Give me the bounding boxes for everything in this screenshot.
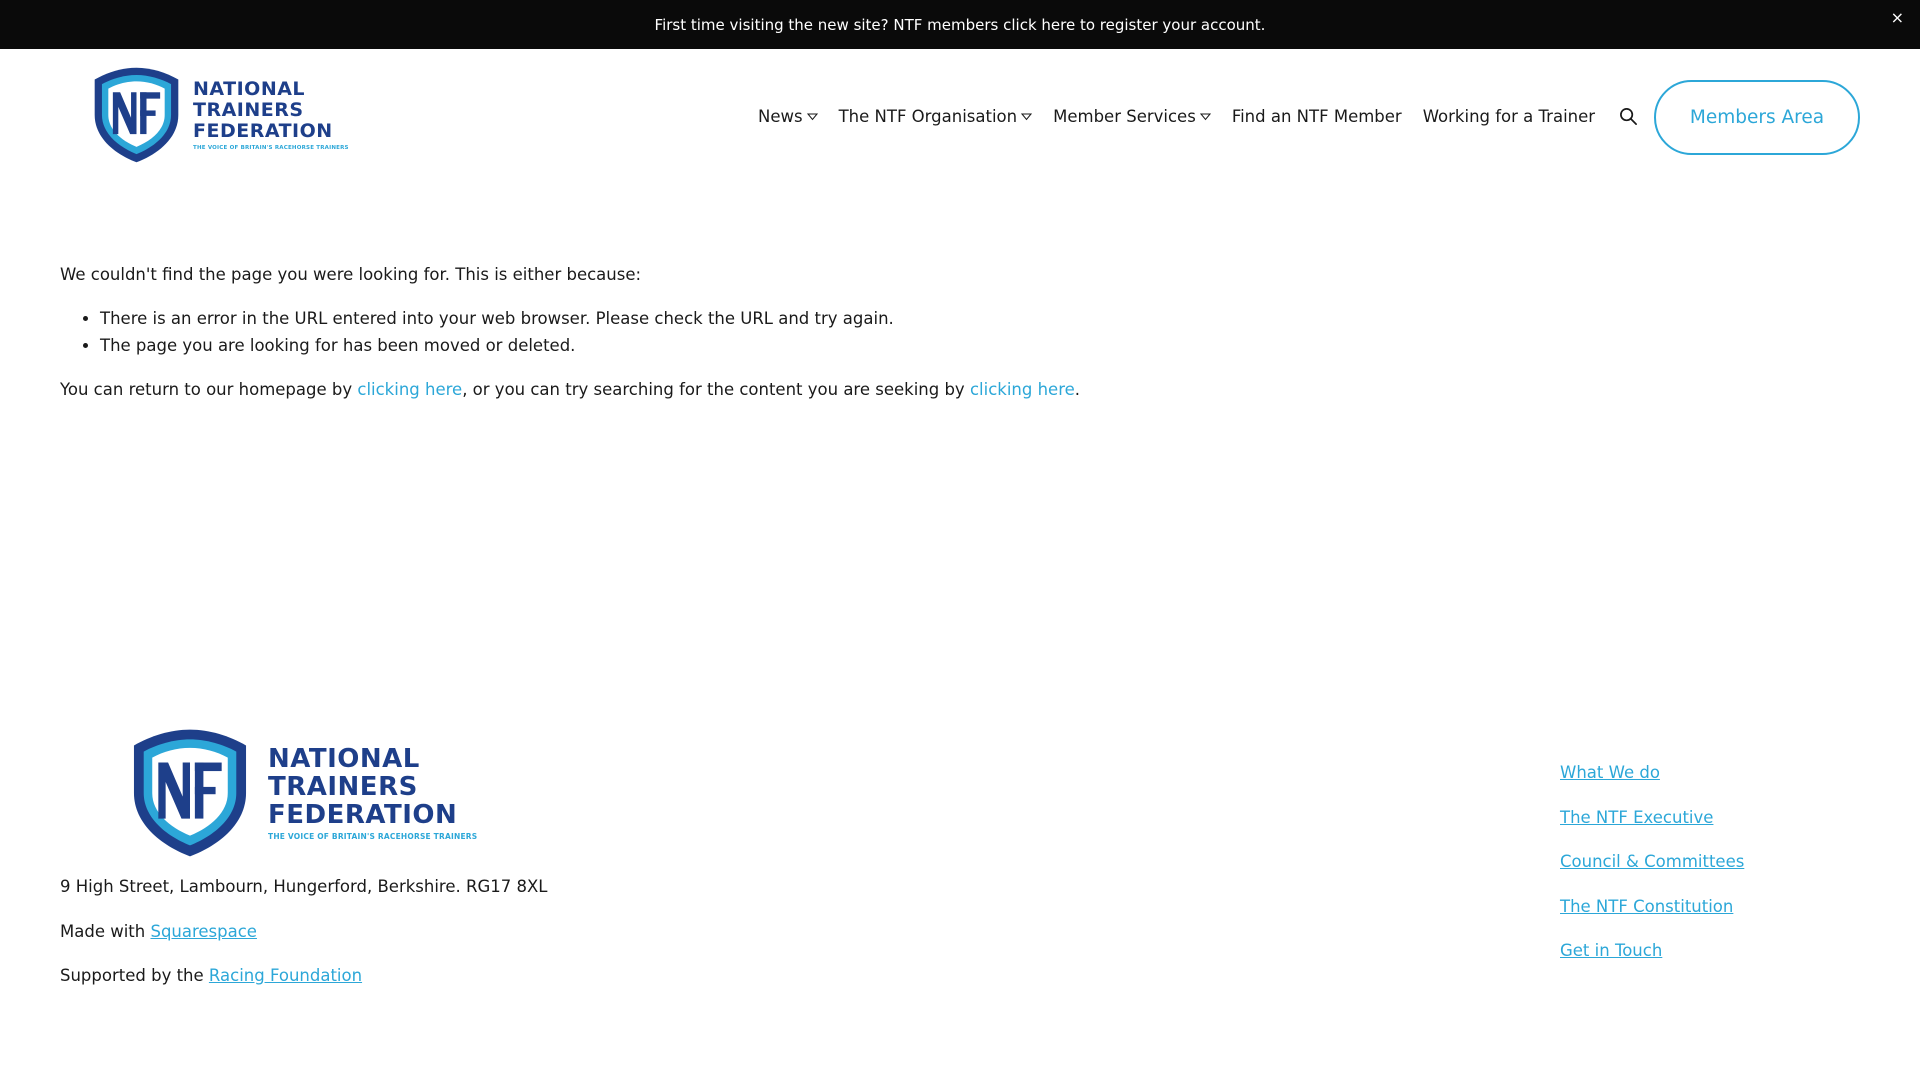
main-nav: News The NTF Organisation Member Service… xyxy=(758,107,1638,126)
search-page-link[interactable]: clicking here xyxy=(970,380,1075,399)
chevron-down-icon xyxy=(1021,113,1033,120)
nav-item-find-member[interactable]: Find an NTF Member xyxy=(1232,107,1402,126)
footer-link-council-committees[interactable]: Council & Committees xyxy=(1560,849,1744,875)
nav-item-news[interactable]: News xyxy=(758,107,818,126)
logo-tagline: THE VOICE OF BRITAIN'S RACEHORSE TRAINER… xyxy=(193,145,349,151)
nav-item-working-for-trainer[interactable]: Working for a Trainer xyxy=(1423,107,1595,126)
squarespace-link[interactable]: Squarespace xyxy=(150,922,257,941)
announcement-register-link[interactable]: First time visiting the new site? NTF me… xyxy=(655,16,1266,34)
logo-tagline: THE VOICE OF BRITAIN'S RACEHORSE TRAINER… xyxy=(268,832,478,841)
footer-logo-wordmark: NATIONAL TRAINERS FEDERATION THE VOICE O… xyxy=(268,745,477,841)
announcement-bar: First time visiting the new site? NTF me… xyxy=(0,0,1920,49)
ntf-shield-icon xyxy=(94,67,179,163)
nav-label: Find an NTF Member xyxy=(1231,107,1402,126)
chevron-down-icon xyxy=(806,113,818,120)
list-item: There is an error in the URL entered int… xyxy=(100,306,1560,332)
logo-wordmark: NATIONAL TRAINERS FEDERATION THE VOICE O… xyxy=(193,78,349,152)
list-item: The page you are looking for has been mo… xyxy=(100,333,1560,359)
homepage-link[interactable]: clicking here xyxy=(357,380,462,399)
chevron-down-icon xyxy=(1199,113,1211,120)
return-paragraph: You can return to our homepage by clicki… xyxy=(60,377,1560,403)
logo-line-trainers: TRAINERS xyxy=(193,99,304,121)
nav-label: Member Services xyxy=(1053,107,1196,126)
not-found-intro: We couldn't find the page you were looki… xyxy=(60,265,642,284)
nav-label: The NTF Organisation xyxy=(838,107,1018,126)
close-icon[interactable]: × xyxy=(1891,10,1904,26)
made-with-prefix: Made with xyxy=(60,921,151,941)
footer-link-what-we-do[interactable]: What We do xyxy=(1560,760,1744,786)
footer-address: 9 High Street, Lambourn, Hungerford, Ber… xyxy=(60,877,548,896)
footer-supported-by: Supported by the Racing Foundation xyxy=(60,963,547,989)
logo-line-trainers: TRAINERS xyxy=(268,772,418,802)
header-logo[interactable]: NATIONAL TRAINERS FEDERATION THE VOICE O… xyxy=(90,65,349,165)
nav-label: News xyxy=(758,107,803,126)
search-button[interactable] xyxy=(1619,107,1638,126)
logo-line-national: NATIONAL xyxy=(268,744,420,774)
logo-line-national: NATIONAL xyxy=(193,78,306,100)
footer-link-ntf-constitution[interactable]: The NTF Constitution xyxy=(1560,894,1744,920)
footer-made-with: Made with Squarespace xyxy=(60,919,547,945)
members-area-button[interactable]: Members Area xyxy=(1654,80,1860,155)
footer-logo: NATIONAL TRAINERS FEDERATION THE VOICE O… xyxy=(126,726,477,860)
footer-link-get-in-touch[interactable]: Get in Touch xyxy=(1560,938,1744,964)
footer-info: 9 High Street, Lambourn, Hungerford, Ber… xyxy=(60,874,547,1008)
return-text-before: You can return to our homepage by xyxy=(60,379,358,399)
footer-link-ntf-executive[interactable]: The NTF Executive xyxy=(1560,805,1744,831)
return-text-middle: , or you can try searching for the conte… xyxy=(462,379,970,399)
logo-line-federation: FEDERATION xyxy=(268,800,458,830)
supported-prefix: Supported by the xyxy=(60,966,209,986)
logo-line-federation: FEDERATION xyxy=(193,120,333,142)
footer-nav: What We do The NTF Executive Council & C… xyxy=(1560,760,1744,983)
racing-foundation-link[interactable]: Racing Foundation xyxy=(209,966,362,985)
ntf-shield-icon xyxy=(133,729,247,857)
nav-label: Working for a Trainer xyxy=(1422,107,1596,126)
site-header: NATIONAL TRAINERS FEDERATION THE VOICE O… xyxy=(0,49,1920,189)
reasons-list: There is an error in the URL entered int… xyxy=(60,306,1560,359)
nav-item-ntf-organisation[interactable]: The NTF Organisation xyxy=(839,107,1033,126)
return-text-after: . xyxy=(1074,379,1081,399)
nav-item-member-services[interactable]: Member Services xyxy=(1053,107,1211,126)
not-found-content: We couldn't find the page you were looki… xyxy=(60,262,1560,402)
search-icon xyxy=(1620,108,1638,125)
